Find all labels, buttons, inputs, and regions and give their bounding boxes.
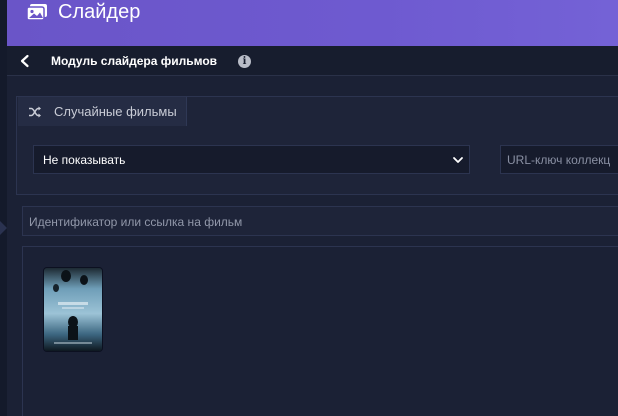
app-header: Слайдер [7,0,618,46]
page-title: Слайдер [58,1,141,23]
collection-url-input[interactable]: URL-ключ коллекц [500,145,618,174]
select-value: Не показывать [43,153,126,167]
images-icon [26,4,47,21]
chevron-down-icon [453,157,463,163]
collapse-handle[interactable] [0,221,7,235]
films-list [22,246,618,416]
film-id-input[interactable]: Идентификатор или ссылка на фильм [22,206,618,236]
film-poster[interactable] [44,268,102,351]
page-left-edge [0,0,7,416]
tab-label: Случайные фильмы [54,104,177,119]
module-subbar: Модуль слайдера фильмов i [7,46,618,76]
back-arrow-icon[interactable] [17,53,33,69]
shuffle-icon [29,106,41,118]
module-title: Модуль слайдера фильмов [51,54,218,68]
random-films-select[interactable]: Не показывать [33,145,470,174]
tab-random-films[interactable]: Случайные фильмы [18,97,187,126]
poster-image [44,268,102,351]
info-icon[interactable]: i [238,55,251,68]
